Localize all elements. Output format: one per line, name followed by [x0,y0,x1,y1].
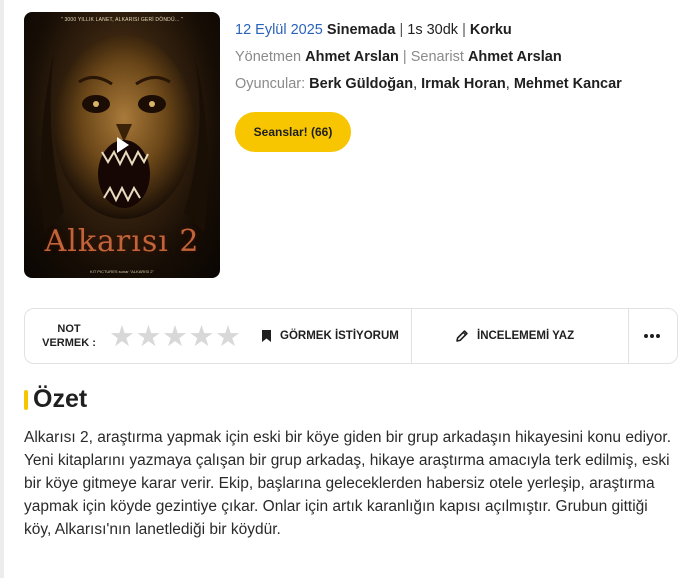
writer-label: Senarist [410,49,464,65]
divider [628,309,629,363]
bookmark-icon [262,330,271,342]
cast-link[interactable]: Irmak Horan [421,76,506,92]
genre-link[interactable]: Korku [470,22,512,38]
separator: | [402,49,407,65]
release-status: Sinemada [326,22,396,38]
movie-poster[interactable]: " 3000 YILLIK LANET, ALKARISI GERİ DÖNDÜ… [24,12,220,278]
cast-separator: , [505,76,510,92]
cast-line: Oyuncular: Berk Güldoğan, Irmak Horan, M… [235,71,675,98]
writer-link[interactable]: Ahmet Arslan [468,49,562,65]
sessions-button[interactable]: Seanslar! (66) [235,112,351,152]
star-icon[interactable]: ★ [109,321,136,351]
more-options-icon[interactable] [642,328,662,344]
write-review-button[interactable]: İNCELEMEMİ YAZ [455,309,574,363]
crew-line: Yönetmen Ahmet Arslan | Senarist Ahmet A… [235,44,675,71]
review-label: İNCELEMEMİ YAZ [477,330,575,342]
separator: | [399,22,404,38]
rate-label-line: VERMEK : [42,337,96,349]
cast-separator: , [413,76,418,92]
rate-label: NOT VERMEK : [39,322,99,350]
cast-link[interactable]: Berk Güldoğan [309,76,413,92]
director-label: Yönetmen [235,49,302,65]
poster-title: Alkarısı 2 [44,224,200,259]
action-bar: NOT VERMEK : ★ ★ ★ ★ ★ GÖRMEK İSTİYORUM … [24,308,678,364]
summary-title: Özet [33,385,88,413]
heading-accent-bar [24,389,28,410]
release-date[interactable]: 12 Eylül 2025 [235,22,323,38]
summary-text: Alkarısı 2, araştırma yapmak için eski b… [24,429,671,538]
duration: 1s 30dk [407,22,459,38]
poster-tagline: " 3000 YILLIK LANET, ALKARISI GERİ DÖNDÜ… [60,17,184,23]
divider [411,309,412,363]
movie-info: 12 Eylül 2025 Sinemada | 1s 30dk | Korku… [235,17,675,98]
star-icon[interactable]: ★ [215,321,242,351]
watchlist-button[interactable]: GÖRMEK İSTİYORUM [261,309,399,363]
summary-heading: Özet [24,385,87,414]
play-icon[interactable] [117,137,129,153]
rate-label-line: NOT [57,323,81,335]
star-icon[interactable]: ★ [189,321,216,351]
cast-label: Oyuncular: [235,76,306,92]
poster-credit: KIT PICTURES sunar "ALKARISI 2" [90,269,154,274]
separator: | [462,22,466,38]
left-rule [0,0,4,578]
star-icon[interactable]: ★ [136,321,163,351]
pencil-icon [456,330,468,342]
star-rating[interactable]: ★ ★ ★ ★ ★ [109,321,242,351]
star-icon[interactable]: ★ [162,321,189,351]
director-link[interactable]: Ahmet Arslan [305,49,399,65]
watchlist-label: GÖRMEK İSTİYORUM [280,330,399,342]
release-line: 12 Eylül 2025 Sinemada | 1s 30dk | Korku [235,17,675,44]
cast-link[interactable]: Mehmet Kancar [514,76,622,92]
